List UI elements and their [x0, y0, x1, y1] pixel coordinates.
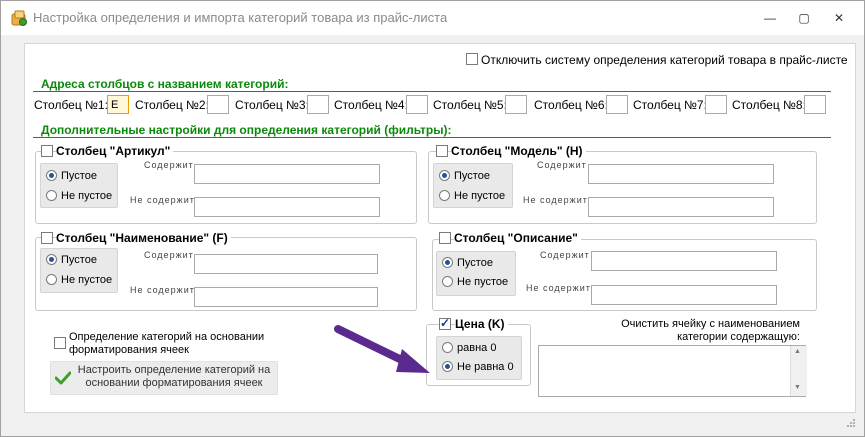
- column-7-input[interactable]: [705, 95, 727, 114]
- article-empty-label: Пустое: [61, 170, 97, 182]
- minimize-icon[interactable]: —: [758, 9, 782, 27]
- model-not-empty-radio[interactable]: [439, 190, 450, 201]
- column-2-input[interactable]: [207, 95, 229, 114]
- price-filter-title: Цена (K): [455, 317, 508, 331]
- article-empty-radio[interactable]: [46, 170, 57, 181]
- resize-grip-icon[interactable]: [844, 417, 856, 429]
- contains-label: Содержит: [540, 250, 590, 260]
- format-detection-label-line1: Определение категорий на основании: [69, 331, 265, 343]
- model-filter-title: Столбец "Модель" (H): [451, 144, 586, 158]
- not-contains-label: Не содержит: [523, 195, 588, 205]
- clear-cell-label-line2: категории содержащую:: [677, 331, 800, 343]
- annotation-arrow-icon: [334, 325, 430, 373]
- column-label: Столбец №8:: [732, 98, 806, 112]
- article-filter-title: Столбец "Артикул": [56, 144, 174, 158]
- name-filter-checkbox[interactable]: [41, 232, 53, 244]
- clear-cell-label-line1: Очистить ячейку с наименованием: [621, 318, 800, 330]
- model-contains-input[interactable]: [588, 164, 774, 184]
- checkmark-icon: [55, 371, 71, 385]
- model-empty-radio[interactable]: [439, 170, 450, 181]
- configure-button-line1: Настроить определение категорий на: [77, 364, 271, 376]
- not-contains-label: Не содержит: [526, 283, 591, 293]
- name-not-empty-radio[interactable]: [46, 274, 57, 285]
- disable-system-checkbox[interactable]: [466, 53, 478, 65]
- section-divider: [33, 137, 831, 138]
- disable-system-label: Отключить систему определения категорий …: [481, 53, 848, 67]
- column-label: Столбец №6:: [534, 98, 608, 112]
- price-equal-zero-label: равна 0: [457, 342, 497, 354]
- column-label: Столбец №7:: [633, 98, 707, 112]
- name-not-empty-label: Не пустое: [61, 274, 113, 286]
- not-contains-label: Не содержит: [130, 285, 195, 295]
- price-not-equal-zero-radio[interactable]: [442, 361, 453, 372]
- price-filter-checkbox[interactable]: [439, 316, 451, 330]
- section-divider: [33, 91, 831, 92]
- description-not-empty-label: Не пустое: [457, 276, 509, 288]
- window-title: Настройка определения и импорта категори…: [33, 10, 448, 25]
- description-filter-title: Столбец "Описание": [454, 231, 581, 245]
- name-empty-radio[interactable]: [46, 254, 57, 265]
- textarea-scrollbar[interactable]: ▲ ▼: [790, 346, 807, 396]
- article-not-empty-radio[interactable]: [46, 190, 57, 201]
- description-empty-radio[interactable]: [442, 257, 453, 268]
- article-not-contains-input[interactable]: [194, 197, 380, 217]
- description-not-empty-radio[interactable]: [442, 276, 453, 287]
- format-detection-label-line2: форматирования ячеек: [69, 344, 189, 356]
- description-contains-input[interactable]: [591, 251, 777, 271]
- model-empty-label: Пустое: [454, 170, 490, 182]
- configure-button-line2: основании форматирования ячеек: [85, 377, 263, 389]
- column-label: Столбец №5:: [433, 98, 507, 112]
- description-not-contains-input[interactable]: [591, 285, 777, 305]
- title-bar[interactable]: Настройка определения и импорта категори…: [1, 1, 864, 35]
- article-not-empty-label: Не пустое: [61, 190, 113, 202]
- model-not-contains-input[interactable]: [588, 197, 774, 217]
- article-contains-input[interactable]: [194, 164, 380, 184]
- column-label: Столбец №2:: [135, 98, 209, 112]
- restore-icon[interactable]: ▢: [792, 9, 816, 27]
- column-1-input[interactable]: E: [107, 95, 129, 114]
- model-not-empty-label: Не пустое: [454, 190, 506, 202]
- column-label: Столбец №3:: [235, 98, 309, 112]
- model-filter-checkbox[interactable]: [436, 145, 448, 157]
- price-not-equal-zero-label: Не равна 0: [457, 361, 514, 373]
- name-filter-title: Столбец "Наименование" (F): [56, 231, 231, 245]
- description-filter-checkbox[interactable]: [439, 232, 451, 244]
- name-contains-input[interactable]: [194, 254, 378, 274]
- not-contains-label: Не содержит: [130, 195, 195, 205]
- price-equal-zero-radio[interactable]: [442, 342, 453, 353]
- clear-cell-textarea[interactable]: [538, 345, 806, 397]
- column-label: Столбец №1:: [34, 98, 108, 112]
- contains-label: Содержит: [537, 160, 587, 170]
- name-not-contains-input[interactable]: [194, 287, 378, 307]
- app-icon: [11, 10, 27, 26]
- column-label: Столбец №4:: [334, 98, 408, 112]
- column-3-input[interactable]: [307, 95, 329, 114]
- contains-label: Содержит: [144, 160, 194, 170]
- column-5-input[interactable]: [505, 95, 527, 114]
- description-empty-label: Пустое: [457, 257, 493, 269]
- configure-format-button[interactable]: Настроить определение категорий на основ…: [50, 361, 278, 395]
- column-8-input[interactable]: [804, 95, 826, 114]
- columns-section-heading: Адреса столбцов с названием категорий:: [41, 77, 289, 91]
- close-icon[interactable]: ✕: [827, 9, 851, 27]
- name-empty-label: Пустое: [61, 254, 97, 266]
- article-filter-checkbox[interactable]: [41, 145, 53, 157]
- scroll-down-icon[interactable]: ▼: [794, 384, 801, 391]
- contains-label: Содержит: [144, 250, 194, 260]
- column-4-input[interactable]: [406, 95, 428, 114]
- filters-section-heading: Дополнительные настройки для определения…: [41, 123, 452, 137]
- format-detection-checkbox[interactable]: [54, 337, 66, 349]
- scroll-up-icon[interactable]: ▲: [794, 348, 801, 355]
- column-6-input[interactable]: [606, 95, 628, 114]
